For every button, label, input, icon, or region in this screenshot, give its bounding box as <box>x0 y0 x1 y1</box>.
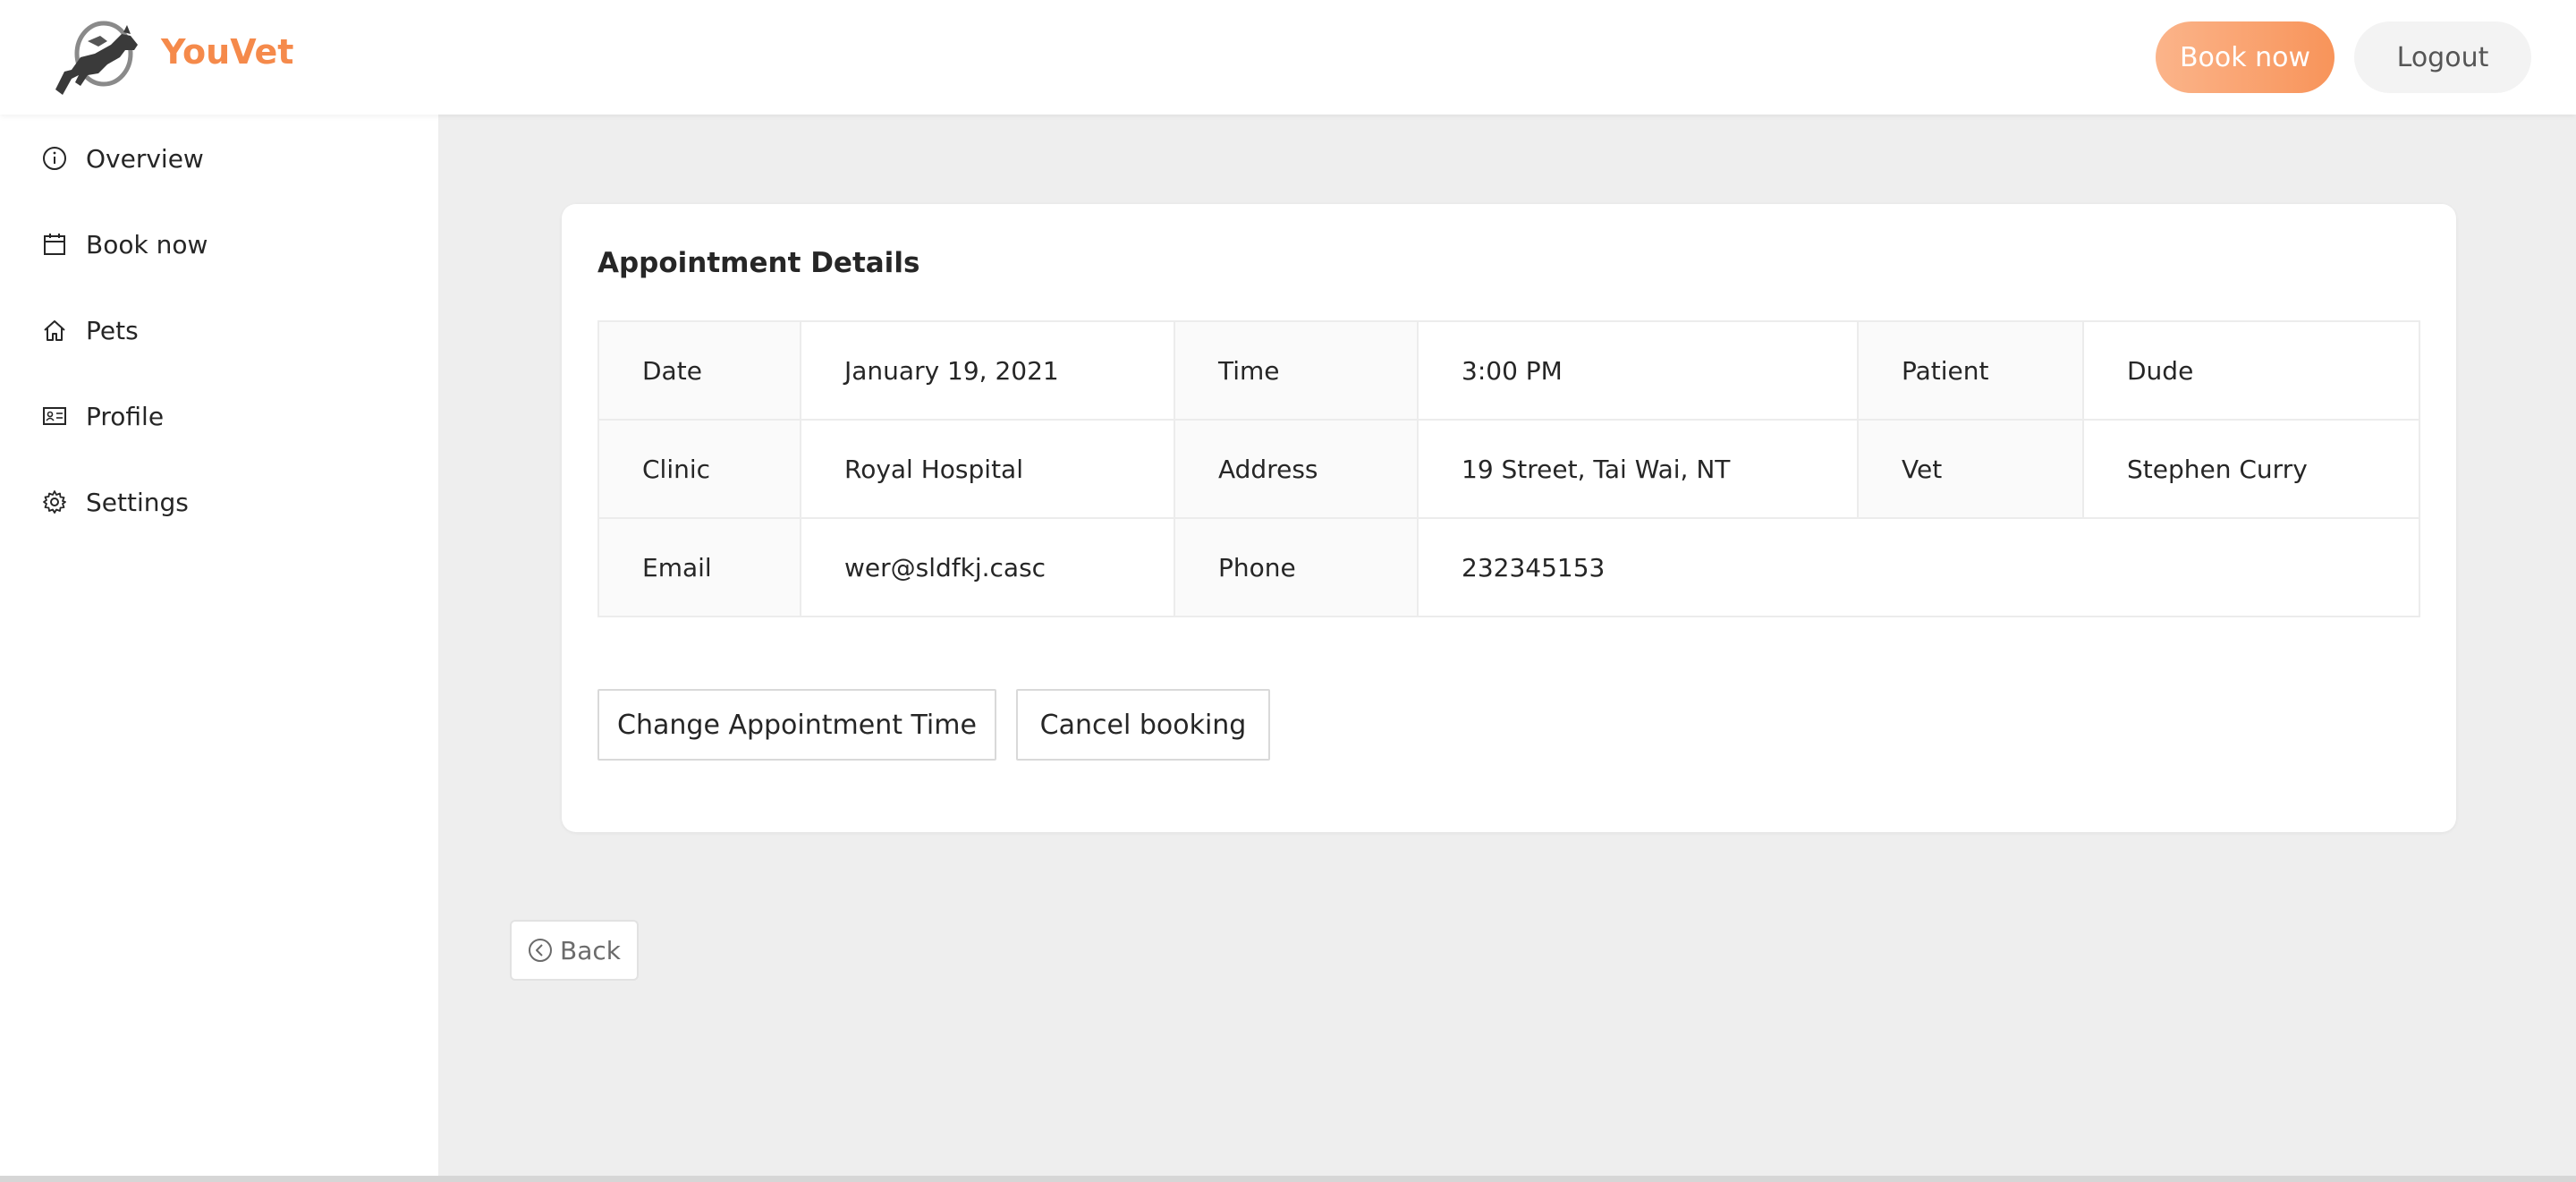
sidebar-item-label: Pets <box>86 315 139 345</box>
top-header: YouVet Book now Logout <box>0 0 2576 115</box>
sidebar: Overview Book now Pets Profile Settings <box>0 115 438 1176</box>
cancel-booking-button[interactable]: Cancel booking <box>1016 689 1270 761</box>
vet-value: Stephen Curry <box>2082 419 2420 519</box>
dog-logo-icon[interactable] <box>48 18 147 97</box>
appointment-details-card: Appointment Details Date January 19, 202… <box>562 204 2456 832</box>
phone-value: 232345153 <box>1417 517 2420 617</box>
sidebar-item-label: Profile <box>86 401 165 431</box>
sidebar-item-label: Settings <box>86 487 189 517</box>
back-circle-icon <box>529 939 552 962</box>
time-label: Time <box>1174 320 1419 421</box>
table-row: Date January 19, 2021 Time 3:00 PM Patie… <box>597 320 2420 421</box>
back-button[interactable]: Back <box>510 920 639 981</box>
sidebar-item-label: Book now <box>86 229 208 259</box>
date-label: Date <box>597 320 801 421</box>
id-card-icon <box>43 407 66 425</box>
back-label: Back <box>560 935 621 965</box>
sidebar-item-book-now[interactable]: Book now <box>0 213 438 276</box>
home-icon <box>44 320 65 341</box>
sidebar-item-pets[interactable]: Pets <box>0 299 438 361</box>
main-content: Appointment Details Date January 19, 202… <box>438 115 2576 1176</box>
patient-value: Dude <box>2082 320 2420 421</box>
header-book-now-button[interactable]: Book now <box>2156 21 2334 93</box>
gear-icon <box>43 490 66 514</box>
clinic-label: Clinic <box>597 419 801 519</box>
calendar-icon <box>44 234 65 255</box>
bottom-divider <box>0 1176 2576 1182</box>
phone-label: Phone <box>1174 517 1419 617</box>
email-label: Email <box>597 517 801 617</box>
vet-label: Vet <box>1857 419 2084 519</box>
table-row: Clinic Royal Hospital Address 19 Street,… <box>597 419 2420 519</box>
sidebar-item-overview[interactable]: Overview <box>0 127 438 190</box>
appointment-details-table: Date January 19, 2021 Time 3:00 PM Patie… <box>597 320 2420 617</box>
sidebar-item-settings[interactable]: Settings <box>0 471 438 533</box>
change-appointment-time-button[interactable]: Change Appointment Time <box>597 689 996 761</box>
date-value: January 19, 2021 <box>800 320 1175 421</box>
sidebar-item-profile[interactable]: Profile <box>0 385 438 447</box>
address-value: 19 Street, Tai Wai, NT <box>1417 419 1859 519</box>
email-value: wer@sldfkj.casc <box>800 517 1175 617</box>
patient-label: Patient <box>1857 320 2084 421</box>
address-label: Address <box>1174 419 1419 519</box>
sidebar-item-label: Overview <box>86 143 204 174</box>
clinic-value: Royal Hospital <box>800 419 1175 519</box>
card-title: Appointment Details <box>597 247 920 279</box>
info-circle-icon <box>43 147 66 170</box>
logout-button[interactable]: Logout <box>2354 21 2531 93</box>
brand-name: YouVet <box>161 32 294 72</box>
table-row: Email wer@sldfkj.casc Phone 232345153 <box>597 517 2420 617</box>
time-value: 3:00 PM <box>1417 320 1859 421</box>
